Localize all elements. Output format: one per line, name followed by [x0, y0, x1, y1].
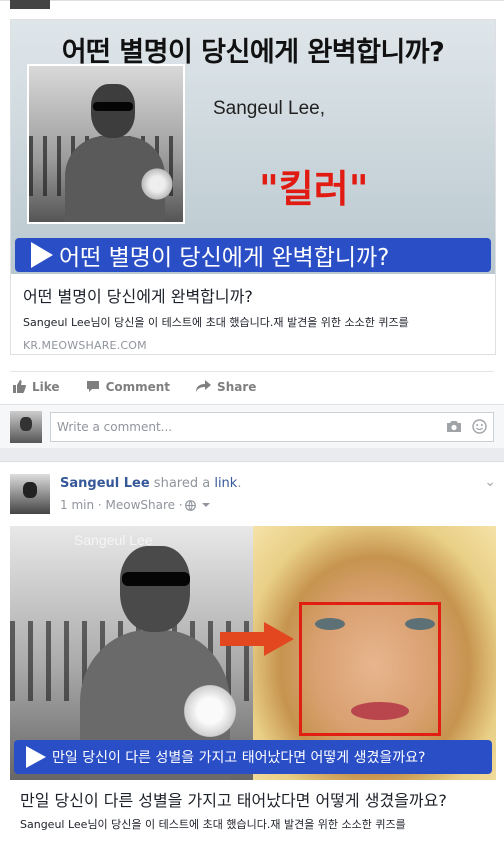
post-2-timestamp[interactable]: 1 min · MeowShare · [60, 498, 183, 512]
comment-placeholder: Write a comment... [57, 419, 173, 434]
avatar[interactable] [10, 410, 42, 443]
period: . [237, 476, 242, 491]
like-icon [13, 380, 26, 393]
image-banner-text: 만일 당신이 다른 성별을 가지고 태어났다면 어떻게 생겼을까요? [52, 750, 426, 766]
chevron-down-icon[interactable] [201, 501, 211, 509]
image-watermark: Sangeul Lee [74, 532, 153, 548]
comment-icon [86, 381, 99, 392]
author-link[interactable]: Sangeul Lee [60, 476, 150, 491]
emoji-icon[interactable] [472, 419, 487, 434]
link-card-1-text[interactable]: 어떤 별명이 당신에게 완벽합니까? Sangeul Lee님이 당신을 이 테… [11, 274, 495, 354]
globe-icon[interactable] [184, 499, 196, 511]
play-icon [31, 242, 53, 268]
face-frame [299, 602, 441, 736]
comment-label: Comment [105, 379, 171, 394]
post-2: Sangeul Lee shared a link. 1 min · MeowS… [0, 461, 504, 861]
link-title[interactable]: 만일 당신이 다른 성별을 가지고 태어났다면 어떻게 생겼을까요? [20, 790, 486, 812]
link-link[interactable]: link [214, 476, 237, 491]
image-banner: 어떤 별명이 당신에게 완벽합니까? [15, 238, 491, 272]
link-card-2-image[interactable]: Sangeul Lee 만일 당신이 다른 성별을 가지고 태어났다면 어떻게 … [10, 526, 496, 780]
like-label: Like [32, 379, 60, 394]
post-1: 어떤 별명이 당신에게 완벽합니까? Sangeul Lee, "킬러" 어떤 … [0, 0, 504, 448]
like-button[interactable]: Like [12, 380, 60, 394]
link-title[interactable]: 어떤 별명이 당신에게 완벽합니까? [23, 286, 483, 308]
post-2-byline: Sangeul Lee shared a link. [60, 476, 241, 491]
link-card-2-text[interactable]: 만일 당신이 다른 성별을 가지고 태어났다면 어떻게 생겼을까요? Sange… [10, 780, 496, 832]
link-description: Sangeul Lee님이 당신을 이 테스트에 초대 했습니다.재 발견을 위… [23, 316, 409, 329]
comment-button[interactable]: Comment [86, 380, 170, 394]
post-2-meta: 1 min · MeowShare · [60, 498, 211, 512]
comment-row: Write a comment... [0, 404, 504, 448]
action-bar: Like Comment Share [10, 371, 494, 401]
post-2-header: Sangeul Lee shared a link. 1 min · MeowS… [10, 474, 496, 518]
image-banner: 만일 당신이 다른 성별을 가지고 태어났다면 어떻게 생겼을까요? [14, 740, 492, 774]
share-button[interactable]: Share [196, 380, 256, 394]
image-nickname: "킬러" [259, 167, 369, 211]
link-domain: KR.MEOWSHARE.COM [23, 339, 147, 352]
link-card-2[interactable]: Sangeul Lee 만일 당신이 다른 성별을 가지고 태어났다면 어떻게 … [10, 526, 496, 832]
image-banner-text: 어떤 별명이 당신에게 완벽합니까? [59, 245, 390, 271]
camera-icon[interactable] [446, 420, 462, 433]
post-1-avatar[interactable] [10, 0, 50, 9]
arrow-right-icon [220, 622, 294, 656]
image-name: Sangeul Lee, [213, 98, 325, 119]
share-label: Share [217, 379, 257, 394]
link-description: Sangeul Lee님이 당신을 이 테스트에 초대 했습니다.재 발견을 위… [20, 818, 406, 831]
share-icon [196, 380, 212, 392]
avatar[interactable] [10, 474, 50, 514]
link-card-1-image[interactable]: 어떤 별명이 당신에게 완벽합니까? Sangeul Lee, "킬러" 어떤 … [11, 20, 495, 274]
comment-input[interactable]: Write a comment... [50, 411, 494, 442]
profile-photo [27, 64, 185, 224]
link-card-1[interactable]: 어떤 별명이 당신에게 완벽합니까? Sangeul Lee, "킬러" 어떤 … [10, 19, 496, 355]
play-icon [26, 746, 46, 768]
shared-text: shared a [149, 476, 215, 491]
post-options-chevron-icon[interactable]: ⌄ [484, 474, 496, 490]
